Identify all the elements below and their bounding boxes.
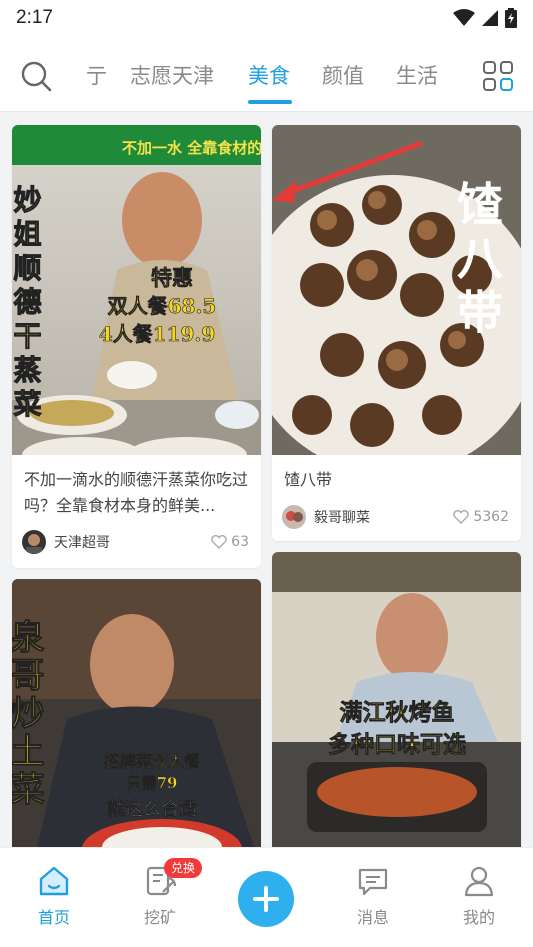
grid-menu-icon[interactable] xyxy=(482,60,514,92)
heart-icon xyxy=(211,535,227,549)
nav-mining-label: 挖矿 xyxy=(143,908,176,927)
battery-icon xyxy=(505,8,517,28)
home-icon xyxy=(39,866,69,896)
card1-promo-3: 4人餐119.9 xyxy=(99,322,216,346)
card-image[interactable]: 满江秋烤鱼 多种口味可选 xyxy=(272,552,521,847)
tab-partial[interactable]: 亍 xyxy=(86,60,107,90)
wifi-icon xyxy=(453,9,475,26)
card4-promo-2: 多种口味可选 xyxy=(328,731,466,758)
tab-looks[interactable]: 颜值 xyxy=(322,60,364,90)
card-title[interactable]: 不加一滴水的顺德汗蒸菜你吃过吗？全靠食材本身的鲜美... xyxy=(24,467,249,519)
message-icon xyxy=(358,868,388,896)
card1-vertical-title: 妙姐顺德干蒸菜 xyxy=(12,185,43,423)
card1-banner-text: 不加一水 全靠食材的鲜 xyxy=(122,139,261,157)
feed: 不加一水 全靠食材的鲜 妙姐顺德干蒸菜 特惠 双人餐68.5 4人餐119.9 … xyxy=(0,112,533,847)
nav-profile[interactable]: 我的 xyxy=(439,864,519,928)
card-meta: 天津超哥 63 xyxy=(22,529,249,555)
signal-icon xyxy=(482,10,498,26)
avatar[interactable] xyxy=(282,505,306,529)
card-image[interactable]: 馇八带 xyxy=(272,125,521,455)
nav-messages-label: 消息 xyxy=(356,908,389,927)
avatar[interactable] xyxy=(22,530,46,554)
nav-messages[interactable]: 消息 xyxy=(333,864,413,928)
status-time: 2:17 xyxy=(16,7,53,28)
card3-vertical-title: 泉哥炒土菜 xyxy=(12,619,44,809)
active-tab-indicator xyxy=(248,100,292,104)
plus-icon xyxy=(253,886,279,912)
author-name[interactable]: 毅哥聊菜 xyxy=(314,507,370,527)
person-icon xyxy=(464,866,494,897)
tab-food[interactable]: 美食 xyxy=(248,60,290,90)
card-title[interactable]: 馇八带 xyxy=(284,467,509,493)
tab-life[interactable]: 生活 xyxy=(396,60,438,90)
status-icons xyxy=(453,8,517,28)
status-bar: 2:17 xyxy=(0,0,533,36)
feed-card[interactable]: 馇八带 馇八带 毅哥聊菜 5362 xyxy=(272,125,521,541)
feed-card[interactable]: 不加一水 全靠食材的鲜 妙姐顺德干蒸菜 特惠 双人餐68.5 4人餐119.9 … xyxy=(12,125,261,568)
card-image[interactable]: 泉哥炒土菜 招牌菜双人餐 只需79 就这么合适 xyxy=(12,579,261,847)
feed-card[interactable]: 满江秋烤鱼 多种口味可选 xyxy=(272,552,521,847)
card2-overlay-text: 馇八带 xyxy=(450,180,504,342)
create-post-button[interactable] xyxy=(238,871,294,927)
tab-volunteer-tianjin[interactable]: 志愿天津 xyxy=(130,60,214,90)
card1-promo-2: 双人餐68.5 xyxy=(108,294,217,318)
nav-home[interactable]: 首页 xyxy=(14,864,94,928)
nav-profile-label: 我的 xyxy=(462,908,495,927)
feed-card[interactable]: 泉哥炒土菜 招牌菜双人餐 只需79 就这么合适 xyxy=(12,579,261,847)
like-button[interactable]: 5362 xyxy=(453,509,509,525)
card4-promo-1: 满江秋烤鱼 xyxy=(340,699,455,726)
heart-icon xyxy=(453,510,470,524)
card3-promo-2: 只需79 xyxy=(127,774,178,792)
author-name[interactable]: 天津超哥 xyxy=(54,532,110,552)
bottom-nav: 首页 挖矿 兑换 消息 我的 xyxy=(0,847,533,947)
card3-promo-1: 招牌菜双人餐 xyxy=(104,752,201,771)
top-nav: 亍 志愿天津 美食 颜值 生活 xyxy=(0,36,533,112)
card1-promo-1: 特惠 xyxy=(151,265,193,290)
like-count: 63 xyxy=(231,534,249,550)
card-meta: 毅哥聊菜 5362 xyxy=(282,504,509,530)
nav-home-label: 首页 xyxy=(37,908,70,927)
exchange-badge[interactable]: 兑换 xyxy=(164,858,203,878)
search-icon[interactable] xyxy=(20,60,52,92)
like-count: 5362 xyxy=(473,509,509,525)
card3-promo-3: 就这么合适 xyxy=(107,798,197,820)
card-image[interactable]: 不加一水 全靠食材的鲜 妙姐顺德干蒸菜 特惠 双人餐68.5 4人餐119.9 xyxy=(12,125,261,455)
like-button[interactable]: 63 xyxy=(211,534,249,550)
